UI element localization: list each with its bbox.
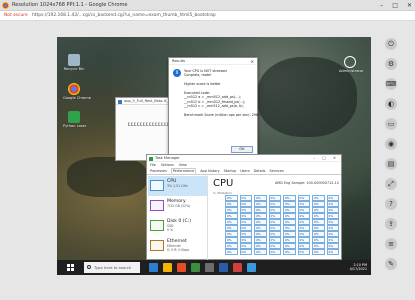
cpu-core-cell: 0% <box>254 249 267 255</box>
remote-desktop-screen[interactable]: Recycle Bin Google Chrome Python Laser A… <box>57 37 371 275</box>
task-manager-window-controls[interactable]: – □ ✕ <box>314 155 340 162</box>
tab-details[interactable]: Details <box>254 168 266 174</box>
ok-button[interactable]: OK <box>231 146 253 153</box>
address-bar[interactable]: Not secure https://192.168.1.43/...cgi/c… <box>0 11 415 21</box>
browser-window: Resolution 1024x768 PPI:1.1 - Google Chr… <box>0 0 415 300</box>
taskbar-app-icon[interactable] <box>149 263 158 272</box>
cpu-core-cell: 0% <box>225 249 238 255</box>
window-controls: – □ ✕ <box>380 1 412 10</box>
cpu-core-cell: 0% <box>239 249 252 255</box>
cpu-core-cell: 0% <box>283 249 296 255</box>
start-button[interactable] <box>67 264 74 271</box>
results-dialog: Results ✕ i Your CPU is NOT stressed Con… <box>168 57 261 155</box>
cpu-heading: CPU <box>213 178 234 189</box>
tab-startup[interactable]: Startup <box>224 168 237 174</box>
taskbar-search-placeholder: Type here to search <box>94 265 132 270</box>
tab-processes[interactable]: Processes <box>150 168 167 174</box>
task-manager-icon <box>149 156 153 161</box>
chat-icon[interactable]: ✎ <box>385 258 397 270</box>
chrome-logo-icon <box>2 2 9 9</box>
display-icon[interactable]: ▭ <box>385 118 397 130</box>
close-button[interactable]: ✕ <box>407 1 412 10</box>
cpu-core-cell: 0% <box>297 249 310 255</box>
perf-item-cpu[interactable]: CPU 3% 1.51 GHz <box>148 176 207 196</box>
perf-item-ethernet[interactable]: Ethernet Ethernet S: 0 R: 0 Kbps <box>148 236 207 256</box>
camera-icon[interactable]: ◉ <box>385 138 397 150</box>
desktop-icon-administrator[interactable]: Administrator <box>339 56 364 73</box>
tab-performance[interactable]: Performance <box>170 168 197 174</box>
mouse-icon[interactable]: ◐ <box>385 98 397 110</box>
desktop-icon-chrome[interactable]: Google Chrome <box>63 83 91 100</box>
cpu-core-cell: 0% <box>312 249 325 255</box>
perf-item-memory[interactable]: Memory 7/32 GB (22%) <box>148 196 207 216</box>
clipboard-icon[interactable]: ▤ <box>385 158 397 170</box>
task-manager-tabs: Processes Performance App history Startu… <box>147 168 341 175</box>
browser-title: Resolution 1024x768 PPI:1.1 - Google Chr… <box>12 2 128 8</box>
dialog-close-button[interactable]: ✕ <box>251 58 254 65</box>
desktop-icon-recycle-bin[interactable]: Recycle Bin <box>63 54 85 71</box>
task-manager-title-bar: Task Manager – □ ✕ <box>147 155 341 162</box>
recycle-bin-icon <box>68 54 80 66</box>
performance-list: CPU 3% 1.51 GHz Memory 7/32 GB (22%) Dis… <box>148 176 208 260</box>
clock-date: 4/17/2021 <box>349 267 367 272</box>
taskbar-app-icon[interactable] <box>205 263 214 272</box>
dialog-title: Results <box>172 59 185 63</box>
disk-graph-thumbnail <box>150 220 164 231</box>
python-icon <box>118 99 122 104</box>
gear-icon[interactable]: ⚙ <box>385 58 397 70</box>
taskbar-app-icon[interactable] <box>247 263 256 272</box>
browser-title-bar: Resolution 1024x768 PPI:1.1 - Google Chr… <box>0 0 415 11</box>
python-laser-icon <box>68 111 80 123</box>
maximize-button[interactable]: □ <box>392 1 398 10</box>
tab-users[interactable]: Users <box>240 168 250 174</box>
share-icon[interactable]: ⇪ <box>385 218 397 230</box>
info-icon: i <box>173 69 181 77</box>
dialog-title-bar: Results ✕ <box>169 58 257 65</box>
logical-processor-grid: 0% 0% 0% 0% 0% 0% 0% 0% 0% 0% 0% 0% 0% 0% 0% 0% 0% 0% 0% 0%… <box>225 195 339 259</box>
search-icon <box>87 265 91 269</box>
minimize-button[interactable]: – <box>380 1 383 10</box>
help-icon[interactable]: ? <box>385 198 397 210</box>
taskbar-search[interactable]: Type here to search <box>84 262 140 273</box>
desktop-icon-python-laser[interactable]: Python Laser <box>63 111 86 128</box>
power-icon[interactable]: ⏻ <box>385 38 397 50</box>
memory-graph-thumbnail <box>150 200 164 211</box>
fullscreen-icon[interactable]: ⤢ <box>385 178 397 190</box>
taskbar: Type here to search 2:10 PM 4/17/2021 <box>57 260 371 275</box>
remote-control-sidebar: ⏻ ⚙ ⌨ ◐ ▭ ◉ ▤ ⤢? ⇪ ≡ ✎ <box>379 38 415 293</box>
system-tray-clock[interactable]: 2:10 PM 4/17/2021 <box>350 263 367 272</box>
menu-icon[interactable]: ≡ <box>385 238 397 250</box>
taskbar-app-icon[interactable] <box>163 263 172 272</box>
chrome-icon <box>68 83 80 95</box>
not-secure-warning[interactable]: Not secure <box>4 12 28 20</box>
cpu-model: AMD Eng Sample: 100-000000712-12 <box>274 181 339 185</box>
dialog-message: Your CPU is NOT stressed Congrats, mate!… <box>184 69 261 118</box>
ethernet-graph-thumbnail <box>150 240 164 251</box>
perf-item-disk[interactable]: Disk 0 (C:) SSD 0 % <box>148 216 207 236</box>
taskbar-app-icon[interactable] <box>219 263 228 272</box>
cpu-core-cell: 0% <box>268 249 281 255</box>
cpu-graph-thumbnail <box>150 180 164 191</box>
keyboard-icon[interactable]: ⌨ <box>385 78 397 90</box>
tab-app-history[interactable]: App history <box>200 168 219 174</box>
cpu-core-cell: 0% <box>326 249 339 255</box>
url-text[interactable]: https://192.168.1.43/...cgi/cs_backend.c… <box>32 12 216 20</box>
dialog-line: Benchmark Score (million ops per sec): 2… <box>184 113 261 118</box>
taskbar-app-icon[interactable] <box>177 263 186 272</box>
cpu-detail-pane: CPU AMD Eng Sample: 100-000000712-12 % U… <box>211 176 341 260</box>
user-icon <box>344 56 356 68</box>
task-manager-window[interactable]: Task Manager – □ ✕ File Options View Pro… <box>146 154 342 260</box>
tab-services[interactable]: Services <box>269 168 283 174</box>
taskbar-app-icon[interactable] <box>233 263 242 272</box>
task-manager-title: Task Manager <box>155 156 180 160</box>
taskbar-app-icon[interactable] <box>191 263 200 272</box>
